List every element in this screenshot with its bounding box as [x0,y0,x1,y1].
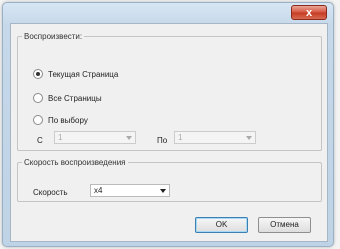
chevron-down-icon [243,132,255,143]
title-bar[interactable]: x [3,3,333,23]
from-page-combobox[interactable]: 1 [54,131,136,144]
dialog-client-area: Воспроизвести: Текущая Страница Все Стра… [10,23,328,242]
to-page-value: 1 [178,133,183,142]
speed-label: Скорость [33,188,68,197]
chevron-down-icon [157,185,169,196]
ok-button[interactable]: OK [195,217,248,233]
from-page-value: 1 [58,133,63,142]
chevron-down-icon [123,132,135,143]
radio-selection[interactable]: По выбору [33,115,88,125]
to-page-combobox[interactable]: 1 [174,131,256,144]
to-label: По [157,136,168,145]
radio-current-page-label: Текущая Страница [48,69,119,79]
radio-all-pages-label: Все Страницы [48,93,102,103]
radio-current-page[interactable]: Текущая Страница [33,69,118,79]
radio-icon [33,115,43,125]
close-button[interactable]: x [291,5,327,20]
close-icon: x [305,7,313,19]
playback-dialog: x Воспроизвести: Текущая Страница Все Ст… [2,2,334,247]
playback-group-title: Воспроизвести: [24,32,83,41]
speed-group-title: Скорость воспроизведения [24,158,126,167]
radio-icon [33,93,43,103]
radio-all-pages[interactable]: Все Страницы [33,93,102,103]
from-label: С [37,136,43,145]
speed-combobox[interactable]: x4 [90,184,170,197]
speed-value: x4 [94,186,103,195]
cancel-button[interactable]: Отмена [258,217,311,233]
radio-icon [33,69,43,79]
radio-selection-label: По выбору [48,115,88,125]
